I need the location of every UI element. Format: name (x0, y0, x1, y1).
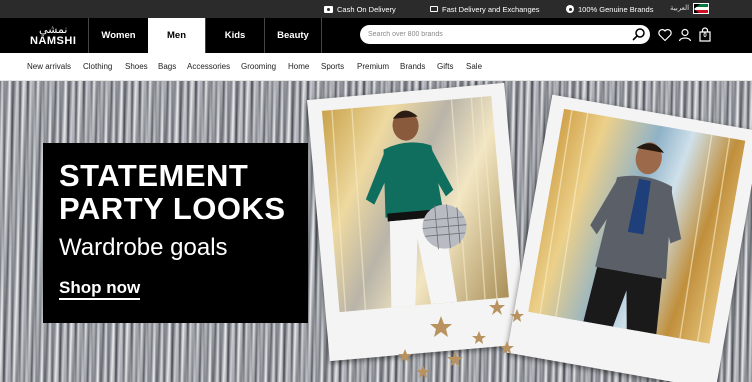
top-info-bar: Cash On Delivery Fast Delivery and Excha… (0, 0, 752, 18)
cod-label: Cash On Delivery (337, 4, 396, 14)
model-illustration-2 (539, 110, 731, 342)
hero-promo-box: STATEMENT PARTY LOOKS Wardrobe goals Sho… (43, 143, 308, 323)
dept-tab-beauty[interactable]: Beauty (264, 18, 322, 53)
model-illustration-1 (331, 96, 498, 312)
namshi-logo[interactable]: نمشي NAMSHI (30, 24, 76, 47)
category-sale[interactable]: Sale (466, 53, 482, 80)
cart-button[interactable]: 0 (697, 27, 713, 43)
genuine-badge-icon (566, 5, 574, 13)
dept-tab-label: Kids (224, 30, 246, 41)
hero-subtitle: Wardrobe goals (59, 234, 228, 261)
dept-tab-women[interactable]: Women (88, 18, 148, 53)
dept-tab-men[interactable]: Men (148, 18, 205, 53)
category-gifts[interactable]: Gifts (437, 53, 453, 80)
dept-tab-label: Beauty (277, 30, 309, 41)
category-new-arrivals[interactable]: New arrivals (27, 53, 71, 80)
star-confetti-decoration (398, 299, 524, 378)
main-header: نمشي NAMSHI Women Men Kids Beauty 0 (0, 18, 752, 53)
genuine-info: 100% Genuine Brands (566, 0, 653, 18)
user-icon[interactable] (677, 27, 693, 43)
category-grooming[interactable]: Grooming (241, 53, 276, 80)
category-clothing[interactable]: Clothing (83, 53, 112, 80)
category-nav: New arrivals Clothing Shoes Bags Accesso… (0, 53, 752, 81)
delivery-icon (430, 6, 438, 12)
category-premium[interactable]: Premium (357, 53, 389, 80)
hero-title-line-1: STATEMENT (59, 158, 249, 193)
genuine-label: 100% Genuine Brands (578, 4, 654, 14)
logo-arabic: نمشي (38, 23, 68, 36)
search-bar[interactable] (360, 25, 650, 44)
category-home[interactable]: Home (288, 53, 309, 80)
cart-count: 0 (703, 33, 707, 39)
hero-title-line-2: PARTY LOOKS (59, 191, 286, 226)
category-brands[interactable]: Brands (400, 53, 425, 80)
dept-tab-label: Men (167, 30, 186, 41)
hero-title: STATEMENT PARTY LOOKS (59, 159, 286, 225)
category-shoes[interactable]: Shoes (125, 53, 148, 80)
heart-icon[interactable] (657, 27, 673, 43)
language-switch[interactable]: العربية (670, 4, 689, 12)
category-accessories[interactable]: Accessories (187, 53, 230, 80)
category-bags[interactable]: Bags (158, 53, 176, 80)
shop-now-link[interactable]: Shop now (59, 278, 141, 300)
search-input[interactable] (368, 25, 628, 44)
dept-tab-label: Women (101, 30, 136, 41)
search-icon[interactable] (632, 27, 646, 41)
cod-info: Cash On Delivery (324, 0, 396, 18)
delivery-label: Fast Delivery and Exchanges (442, 4, 540, 14)
hero-banner[interactable]: STATEMENT PARTY LOOKS Wardrobe goals Sho… (0, 81, 752, 382)
cash-icon (324, 5, 333, 13)
kuwait-flag-icon[interactable] (693, 3, 709, 14)
hero-photo-frame-2 (506, 94, 752, 382)
dept-tab-kids[interactable]: Kids (205, 18, 264, 53)
delivery-info: Fast Delivery and Exchanges (430, 0, 540, 18)
hero-model-photo-2 (528, 108, 746, 344)
hero-model-photo-1 (321, 96, 509, 313)
category-sports[interactable]: Sports (321, 53, 344, 80)
logo-english: NAMSHI (30, 35, 77, 47)
